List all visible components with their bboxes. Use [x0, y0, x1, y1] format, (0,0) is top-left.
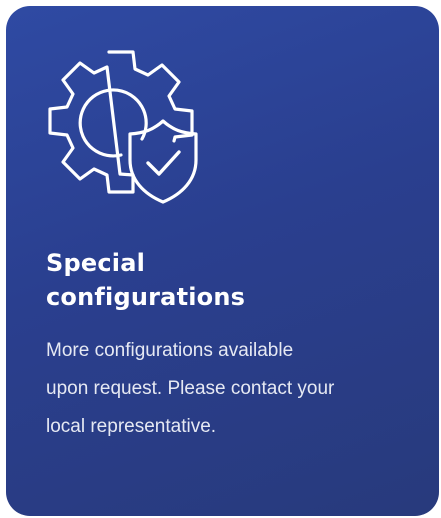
- card-title-line-1: Special: [46, 249, 146, 277]
- special-configurations-card: Special configurations More configuratio…: [6, 6, 439, 516]
- card-description-line-2: upon request. Please contact your: [46, 378, 335, 399]
- card-title-line-2: configurations: [46, 283, 246, 311]
- card-description-line-1: More configurations available: [46, 340, 294, 361]
- card-title: Special configurations: [46, 246, 406, 314]
- card-description: More configurations available upon reque…: [46, 332, 406, 446]
- card-description-line-3: local representative.: [46, 416, 217, 437]
- gear-shield-check-icon: [38, 42, 208, 212]
